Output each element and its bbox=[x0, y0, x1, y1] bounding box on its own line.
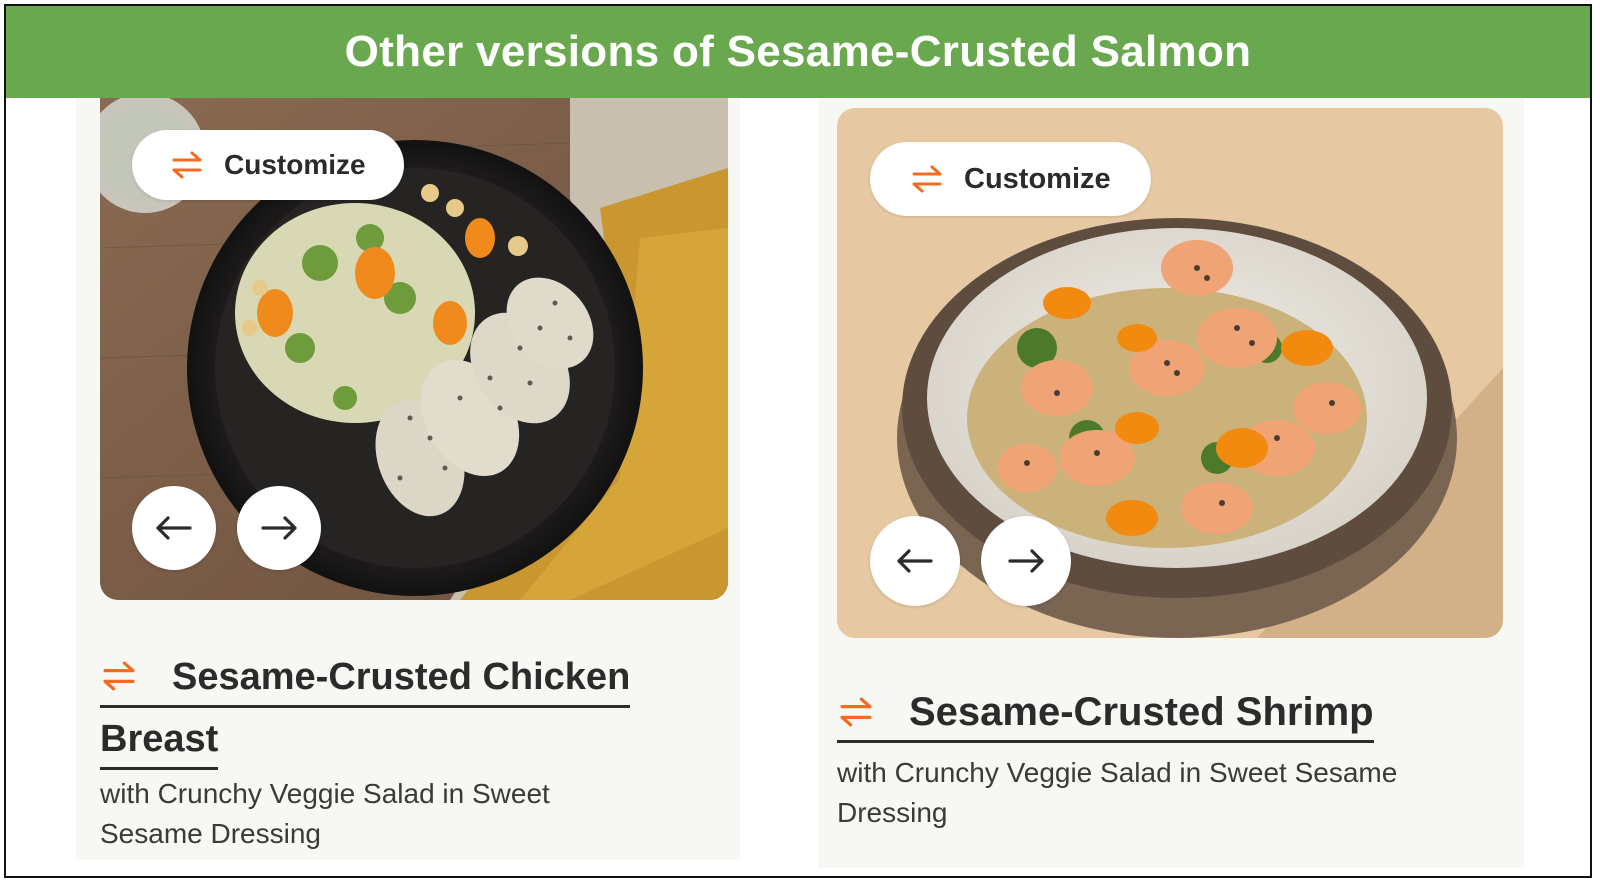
recipe-title-line1: Sesame-Crusted Chicken bbox=[172, 656, 631, 698]
recipe-image-chicken[interactable]: Customize bbox=[100, 98, 728, 600]
recipe-card-shrimp[interactable]: Customize Sesame-Crusted Shrimp with Cru… bbox=[818, 98, 1524, 868]
arrow-left-icon bbox=[156, 516, 192, 540]
recipe-subtitle: with Crunchy Veggie Salad in Sweet Sesam… bbox=[837, 757, 1398, 828]
page-title: Other versions of Sesame-Crusted Salmon bbox=[344, 27, 1252, 76]
recipe-title-line2: Breast bbox=[100, 711, 219, 770]
next-image-button[interactable] bbox=[237, 486, 321, 570]
swap-arrows-icon bbox=[912, 165, 942, 193]
recipe-title-link[interactable]: Sesame-Crusted Shrimp bbox=[837, 683, 1517, 743]
customize-button[interactable]: Customize bbox=[870, 142, 1151, 216]
arrow-right-icon bbox=[261, 516, 297, 540]
swap-arrows-icon bbox=[172, 151, 202, 179]
previous-image-button[interactable] bbox=[870, 516, 960, 606]
screenshot-frame: Other versions of Sesame-Crusted Salmon bbox=[4, 4, 1592, 878]
customize-label: Customize bbox=[224, 149, 366, 180]
recipe-subtitle: with Crunchy Veggie Salad in Sweet Sesam… bbox=[100, 778, 550, 849]
next-image-button[interactable] bbox=[981, 516, 1071, 606]
recipe-title-link[interactable]: Sesame-Crusted Chicken Breast bbox=[100, 646, 700, 770]
customize-label: Customize bbox=[964, 162, 1111, 195]
arrow-right-icon bbox=[1008, 549, 1044, 573]
recipe-title: Sesame-Crusted Shrimp bbox=[909, 690, 1374, 734]
previous-image-button[interactable] bbox=[132, 486, 216, 570]
recipe-card-chicken[interactable]: Customize Sesame-Crusted Chicken Breast … bbox=[76, 98, 740, 860]
arrow-left-icon bbox=[897, 549, 933, 573]
swap-arrows-icon bbox=[840, 697, 872, 727]
swap-arrows-icon bbox=[103, 661, 135, 691]
recipe-image-shrimp[interactable]: Customize bbox=[837, 108, 1503, 638]
header-banner: Other versions of Sesame-Crusted Salmon bbox=[6, 6, 1590, 98]
customize-button[interactable]: Customize bbox=[132, 130, 404, 200]
